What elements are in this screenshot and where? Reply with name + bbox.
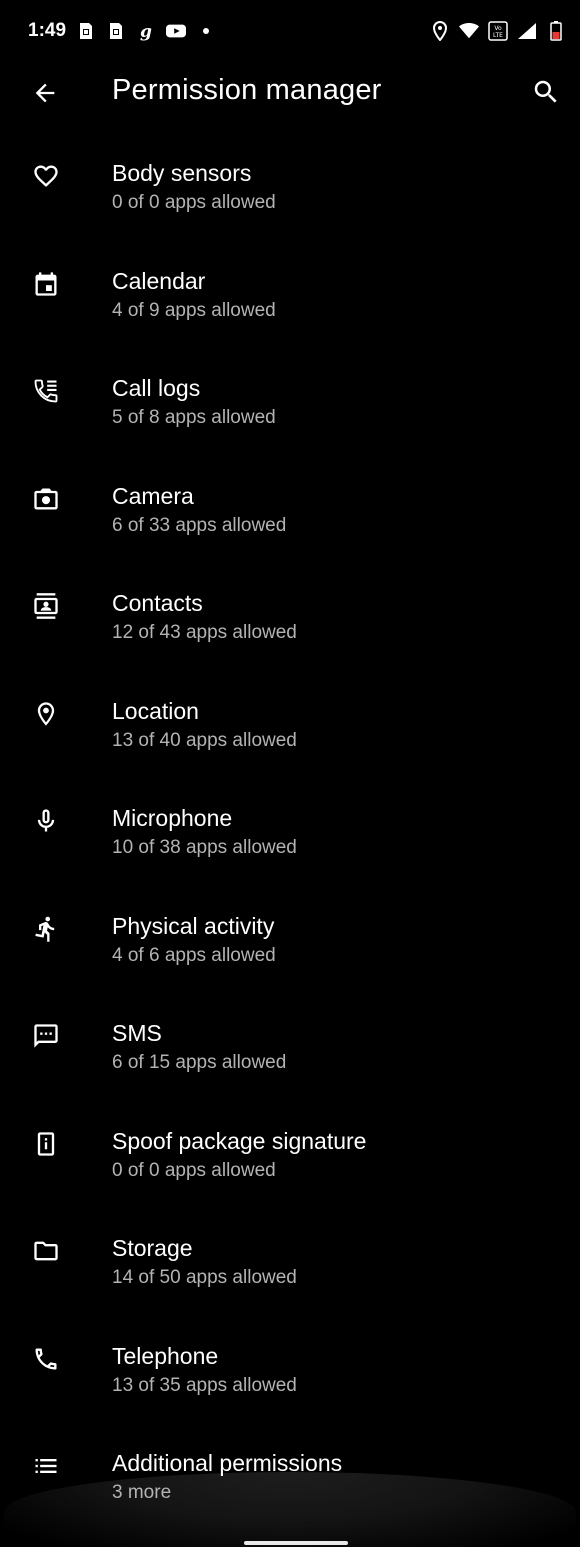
permission-item-sms[interactable]: SMS 6 of 15 apps allowed bbox=[0, 990, 580, 1098]
permission-label: SMS bbox=[112, 1020, 162, 1046]
permission-item-physical-activity[interactable]: Physical activity 4 of 6 apps allowed bbox=[0, 883, 580, 991]
permission-item-calendar[interactable]: Calendar 4 of 9 apps allowed bbox=[0, 238, 580, 346]
microphone-icon bbox=[30, 805, 62, 837]
permission-summary: 4 of 6 apps allowed bbox=[112, 944, 276, 966]
permission-label: Location bbox=[112, 697, 199, 724]
g-app-icon: g bbox=[136, 21, 156, 41]
permission-label: Spoof package signature bbox=[112, 1127, 367, 1154]
svg-text:LTE: LTE bbox=[493, 32, 503, 39]
system-icons: Vo LTE bbox=[430, 21, 566, 41]
permission-label: Telephone bbox=[112, 1342, 219, 1369]
running-icon bbox=[30, 913, 62, 945]
calendar-icon bbox=[30, 268, 62, 300]
arrow-back-icon bbox=[35, 83, 55, 103]
permission-summary: 3 more bbox=[112, 1482, 172, 1503]
permission-item-spoof-package-signature[interactable]: Spoof package signature 0 of 0 apps allo… bbox=[0, 1098, 580, 1206]
notification-icons: g bbox=[76, 21, 216, 41]
permission-item-contacts[interactable]: Contacts 12 of 43 apps allowed bbox=[0, 560, 580, 668]
permission-summary: 0 of 0 apps allowed bbox=[112, 1159, 276, 1181]
contacts-icon bbox=[30, 590, 62, 622]
back-button[interactable] bbox=[30, 78, 60, 108]
svg-text:Vo: Vo bbox=[494, 25, 502, 32]
sms-icon bbox=[30, 1020, 62, 1052]
permission-label: Contacts bbox=[112, 590, 203, 616]
permission-label: Additional permissions bbox=[112, 1450, 343, 1476]
home-indicator[interactable] bbox=[244, 1541, 348, 1545]
wifi-icon bbox=[459, 21, 479, 41]
permission-label: Storage bbox=[112, 1235, 193, 1261]
permission-summary: 13 of 40 apps allowed bbox=[112, 729, 297, 751]
dot-icon bbox=[196, 21, 216, 41]
permission-item-telephone[interactable]: Telephone 13 of 35 apps allowed bbox=[0, 1313, 580, 1421]
permission-item-body-sensors[interactable]: Body sensors 0 of 0 apps allowed bbox=[0, 130, 580, 238]
permission-item-microphone[interactable]: Microphone 10 of 38 apps allowed bbox=[0, 775, 580, 883]
sim-card-icon bbox=[106, 21, 126, 41]
permission-item-location[interactable]: Location 13 of 40 apps allowed bbox=[0, 668, 580, 776]
search-icon bbox=[534, 80, 557, 103]
permission-label: Camera bbox=[112, 482, 194, 509]
heart-icon bbox=[30, 160, 62, 192]
battery-icon bbox=[546, 21, 566, 41]
camera-icon bbox=[30, 483, 62, 515]
permission-label: Call logs bbox=[112, 375, 201, 401]
permission-summary: 13 of 35 apps allowed bbox=[112, 1374, 297, 1396]
status-bar: 1:49 g Vo LTE bbox=[0, 0, 580, 62]
status-time: 1:49 bbox=[28, 20, 67, 41]
svg-text:g: g bbox=[140, 22, 152, 41]
permission-summary: 0 of 0 apps allowed bbox=[112, 192, 276, 213]
location-icon bbox=[430, 21, 450, 41]
location-pin-icon bbox=[30, 698, 62, 730]
call-log-icon bbox=[30, 375, 62, 407]
phone-icon bbox=[30, 1343, 62, 1375]
permission-label: Microphone bbox=[112, 805, 233, 831]
permission-item-camera[interactable]: Camera 6 of 33 apps allowed bbox=[0, 453, 580, 561]
signal-icon bbox=[517, 21, 537, 41]
volte-icon: Vo LTE bbox=[488, 21, 508, 41]
app-bar: Permission manager bbox=[0, 62, 580, 124]
permission-label: Physical activity bbox=[112, 912, 275, 939]
search-button[interactable] bbox=[530, 76, 562, 108]
page-title: Permission manager bbox=[112, 74, 382, 106]
youtube-icon bbox=[166, 21, 187, 41]
permission-label: Body sensors bbox=[112, 160, 252, 186]
permission-item-call-logs[interactable]: Call logs 5 of 8 apps allowed bbox=[0, 345, 580, 453]
list-icon bbox=[30, 1450, 62, 1482]
info-device-icon bbox=[30, 1128, 62, 1160]
permission-summary: 5 of 8 apps allowed bbox=[112, 407, 276, 428]
folder-icon bbox=[30, 1235, 62, 1267]
sim-card-icon bbox=[76, 21, 96, 41]
permission-summary: 12 of 43 apps allowed bbox=[112, 622, 297, 643]
permission-summary: 6 of 15 apps allowed bbox=[112, 1052, 287, 1073]
permission-item-storage[interactable]: Storage 14 of 50 apps allowed bbox=[0, 1205, 580, 1313]
permission-summary: 10 of 38 apps allowed bbox=[112, 837, 297, 858]
permission-summary: 4 of 9 apps allowed bbox=[112, 299, 276, 321]
permission-item-additional-permissions[interactable]: Additional permissions 3 more bbox=[0, 1420, 580, 1528]
permission-label: Calendar bbox=[112, 267, 206, 294]
permission-list: Body sensors 0 of 0 apps allowed Calenda… bbox=[0, 130, 580, 1528]
permission-summary: 6 of 33 apps allowed bbox=[112, 514, 287, 536]
permission-summary: 14 of 50 apps allowed bbox=[112, 1267, 297, 1288]
